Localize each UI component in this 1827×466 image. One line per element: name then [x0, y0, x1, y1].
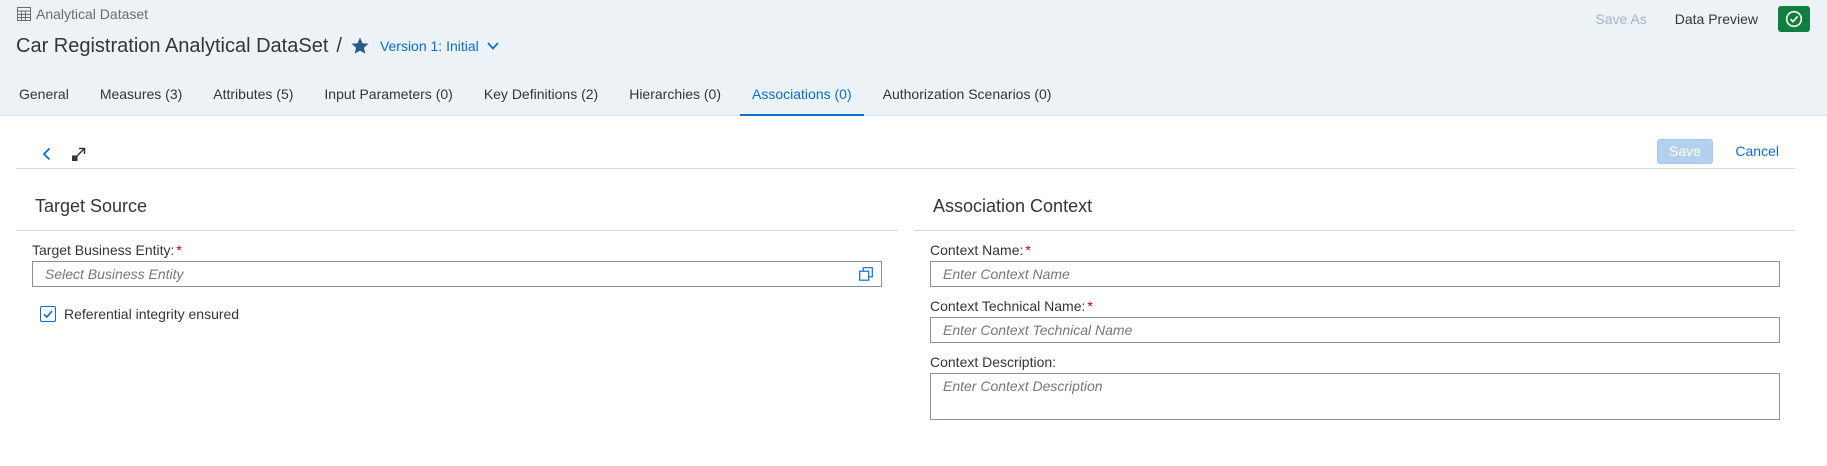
context-name-label-text: Context Name:	[930, 242, 1024, 258]
context-technical-name-label: Context Technical Name: *	[930, 298, 1093, 314]
required-marker: *	[1087, 298, 1093, 314]
title-separator: /	[336, 34, 342, 57]
page-title: Car Registration Analytical DataSet	[16, 34, 329, 57]
referential-integrity-checkbox[interactable]	[40, 306, 56, 322]
business-entity-label: Target Business Entity: *	[32, 242, 182, 258]
association-context-panel: Association Context	[914, 186, 1795, 231]
business-entity-label-text: Target Business Entity:	[32, 242, 175, 258]
tab-measures[interactable]: Measures (3)	[88, 76, 194, 116]
object-type-label: Analytical Dataset	[36, 6, 149, 22]
tab-attributes[interactable]: Attributes (5)	[201, 76, 305, 116]
version-select[interactable]: Version 1: Initial	[380, 38, 501, 54]
chevron-down-icon	[485, 38, 501, 54]
required-marker: *	[176, 242, 182, 258]
referential-integrity-label: Referential integrity ensured	[64, 306, 240, 322]
object-page-header: Analytical Dataset Car Registration Anal…	[0, 0, 1827, 116]
business-entity-input[interactable]: Select Business Entity	[32, 261, 882, 287]
context-description-placeholder: Enter Context Description	[943, 378, 1103, 394]
tab-key-definitions[interactable]: Key Definitions (2)	[472, 76, 610, 116]
detail-toolbar: Save Cancel	[16, 139, 1795, 169]
check-circle-icon	[1785, 10, 1803, 28]
tab-general[interactable]: General	[7, 76, 81, 116]
tab-hierarchies[interactable]: Hierarchies (0)	[617, 76, 733, 116]
required-marker: *	[1025, 242, 1031, 258]
tab-bar: General Measures (3) Attributes (5) Inpu…	[7, 76, 1070, 116]
target-source-panel: Target Source	[16, 186, 898, 231]
context-technical-name-label-text: Context Technical Name:	[930, 298, 1086, 314]
cancel-button[interactable]: Cancel	[1735, 139, 1779, 164]
table-icon	[16, 6, 32, 22]
context-name-input[interactable]: Enter Context Name	[930, 261, 1780, 287]
context-description-label: Context Description:	[930, 354, 1056, 370]
save-button[interactable]: Save	[1657, 139, 1713, 164]
association-context-title: Association Context	[914, 186, 1795, 231]
tab-input-parameters[interactable]: Input Parameters (0)	[312, 76, 464, 116]
context-description-label-text: Context Description:	[930, 354, 1057, 370]
title-row: Car Registration Analytical DataSet / Ve…	[16, 33, 501, 59]
tab-authorization-scenarios[interactable]: Authorization Scenarios (0)	[871, 76, 1064, 116]
check-button[interactable]	[1778, 6, 1810, 32]
save-as-button[interactable]: Save As	[1581, 6, 1660, 32]
star-icon[interactable]	[350, 36, 370, 56]
chevron-left-icon[interactable]	[36, 143, 58, 165]
context-description-textarea[interactable]: Enter Context Description	[930, 373, 1780, 420]
context-technical-name-input[interactable]: Enter Context Technical Name	[930, 317, 1780, 343]
data-preview-button[interactable]: Data Preview	[1661, 6, 1772, 32]
context-name-placeholder: Enter Context Name	[943, 266, 1070, 282]
context-name-label: Context Name: *	[930, 242, 1031, 258]
referential-integrity-row: Referential integrity ensured	[40, 306, 239, 322]
business-entity-placeholder: Select Business Entity	[45, 266, 184, 282]
tab-associations[interactable]: Associations (0)	[740, 76, 864, 116]
header-actions: Save As Data Preview	[1581, 6, 1810, 32]
value-help-icon[interactable]	[859, 267, 873, 281]
checkmark-icon	[42, 308, 54, 320]
object-type: Analytical Dataset	[16, 6, 148, 22]
version-label: Version 1: Initial	[379, 38, 479, 54]
resize-icon[interactable]	[68, 143, 90, 165]
context-technical-name-placeholder: Enter Context Technical Name	[943, 322, 1133, 338]
target-source-title: Target Source	[16, 186, 898, 231]
